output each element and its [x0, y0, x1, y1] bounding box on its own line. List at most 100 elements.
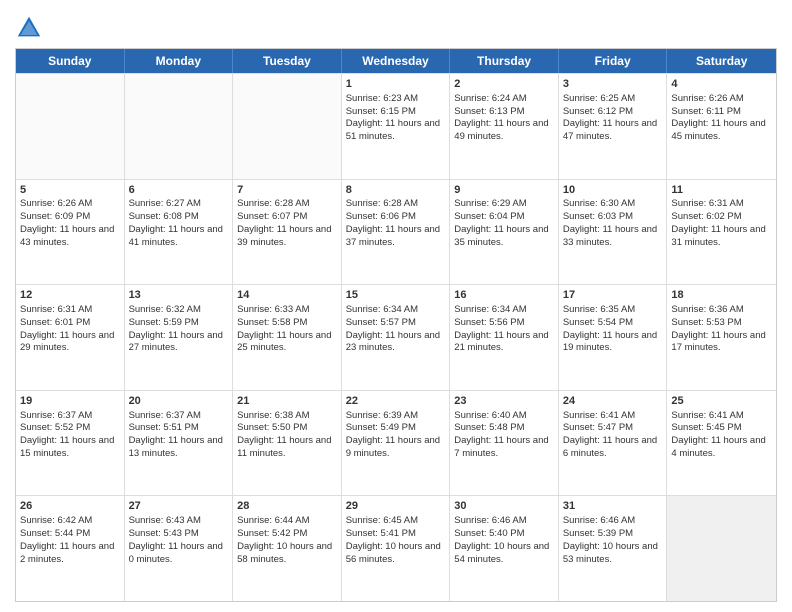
- day-header-wednesday: Wednesday: [342, 49, 451, 73]
- daylight-text: Daylight: 11 hours and 11 minutes.: [237, 435, 331, 459]
- day-number: 19: [20, 394, 120, 409]
- sunrise-text: Sunrise: 6:37 AM: [20, 410, 92, 421]
- sunrise-text: Sunrise: 6:29 AM: [454, 198, 526, 209]
- daylight-text: Daylight: 11 hours and 33 minutes.: [563, 224, 657, 248]
- daylight-text: Daylight: 11 hours and 19 minutes.: [563, 330, 657, 354]
- cal-cell: 9Sunrise: 6:29 AMSunset: 6:04 PMDaylight…: [450, 180, 559, 285]
- sunrise-text: Sunrise: 6:31 AM: [671, 198, 743, 209]
- sunrise-text: Sunrise: 6:28 AM: [237, 198, 309, 209]
- sunset-text: Sunset: 5:51 PM: [129, 422, 199, 433]
- sunrise-text: Sunrise: 6:35 AM: [563, 304, 635, 315]
- day-number: 22: [346, 394, 446, 409]
- sunset-text: Sunset: 6:07 PM: [237, 211, 307, 222]
- day-number: 13: [129, 288, 229, 303]
- sunrise-text: Sunrise: 6:45 AM: [346, 515, 418, 526]
- cal-cell: 12Sunrise: 6:31 AMSunset: 6:01 PMDayligh…: [16, 285, 125, 390]
- sunset-text: Sunset: 6:13 PM: [454, 106, 524, 117]
- cal-cell: 2Sunrise: 6:24 AMSunset: 6:13 PMDaylight…: [450, 74, 559, 179]
- cal-cell: 29Sunrise: 6:45 AMSunset: 5:41 PMDayligh…: [342, 496, 451, 601]
- sunrise-text: Sunrise: 6:39 AM: [346, 410, 418, 421]
- daylight-text: Daylight: 11 hours and 23 minutes.: [346, 330, 440, 354]
- cal-cell: 17Sunrise: 6:35 AMSunset: 5:54 PMDayligh…: [559, 285, 668, 390]
- day-number: 21: [237, 394, 337, 409]
- sunrise-text: Sunrise: 6:46 AM: [563, 515, 635, 526]
- sunrise-text: Sunrise: 6:46 AM: [454, 515, 526, 526]
- sunrise-text: Sunrise: 6:38 AM: [237, 410, 309, 421]
- cal-cell: 14Sunrise: 6:33 AMSunset: 5:58 PMDayligh…: [233, 285, 342, 390]
- cal-cell: [233, 74, 342, 179]
- day-number: 23: [454, 394, 554, 409]
- sunset-text: Sunset: 6:09 PM: [20, 211, 90, 222]
- day-number: 27: [129, 499, 229, 514]
- daylight-text: Daylight: 11 hours and 0 minutes.: [129, 541, 223, 565]
- daylight-text: Daylight: 11 hours and 47 minutes.: [563, 118, 657, 142]
- sunrise-text: Sunrise: 6:33 AM: [237, 304, 309, 315]
- sunrise-text: Sunrise: 6:23 AM: [346, 93, 418, 104]
- calendar-header: SundayMondayTuesdayWednesdayThursdayFrid…: [16, 49, 776, 73]
- sunset-text: Sunset: 6:06 PM: [346, 211, 416, 222]
- sunrise-text: Sunrise: 6:26 AM: [671, 93, 743, 104]
- daylight-text: Daylight: 11 hours and 45 minutes.: [671, 118, 765, 142]
- day-header-tuesday: Tuesday: [233, 49, 342, 73]
- sunset-text: Sunset: 5:41 PM: [346, 528, 416, 539]
- sunset-text: Sunset: 5:39 PM: [563, 528, 633, 539]
- header: [15, 10, 777, 42]
- cal-cell: 4Sunrise: 6:26 AMSunset: 6:11 PMDaylight…: [667, 74, 776, 179]
- daylight-text: Daylight: 11 hours and 43 minutes.: [20, 224, 114, 248]
- sunrise-text: Sunrise: 6:34 AM: [454, 304, 526, 315]
- daylight-text: Daylight: 11 hours and 29 minutes.: [20, 330, 114, 354]
- cal-cell: 21Sunrise: 6:38 AMSunset: 5:50 PMDayligh…: [233, 391, 342, 496]
- day-number: 8: [346, 183, 446, 198]
- day-number: 28: [237, 499, 337, 514]
- logo-icon: [15, 14, 43, 42]
- day-header-thursday: Thursday: [450, 49, 559, 73]
- week-row-5: 26Sunrise: 6:42 AMSunset: 5:44 PMDayligh…: [16, 495, 776, 601]
- day-number: 20: [129, 394, 229, 409]
- cal-cell: 31Sunrise: 6:46 AM Sunset: 5:39 PM Dayligh…: [559, 496, 668, 601]
- day-number: 24: [563, 394, 663, 409]
- cal-cell: 7Sunrise: 6:28 AMSunset: 6:07 PMDaylight…: [233, 180, 342, 285]
- daylight-text: Daylight: 11 hours and 7 minutes.: [454, 435, 548, 459]
- calendar: SundayMondayTuesdayWednesdayThursdayFrid…: [15, 48, 777, 602]
- sunset-text: Sunset: 6:04 PM: [454, 211, 524, 222]
- sunrise-text: Sunrise: 6:32 AM: [129, 304, 201, 315]
- daylight-text: Daylight: 11 hours and 15 minutes.: [20, 435, 114, 459]
- sunset-text: Sunset: 5:42 PM: [237, 528, 307, 539]
- sunrise-text: Sunrise: 6:26 AM: [20, 198, 92, 209]
- daylight-text: Daylight: 11 hours and 37 minutes.: [346, 224, 440, 248]
- sunrise-text: Sunrise: 6:34 AM: [346, 304, 418, 315]
- cal-cell: 27Sunrise: 6:43 AMSunset: 5:43 PMDayligh…: [125, 496, 234, 601]
- day-number: 16: [454, 288, 554, 303]
- sunset-text: Sunset: 5:40 PM: [454, 528, 524, 539]
- daylight-text: Daylight: 11 hours and 9 minutes.: [346, 435, 440, 459]
- sunset-text: Sunset: 6:01 PM: [20, 317, 90, 328]
- sunset-text: Sunset: 5:56 PM: [454, 317, 524, 328]
- daylight-text: Daylight: 11 hours and 27 minutes.: [129, 330, 223, 354]
- daylight-text: Daylight: 11 hours and 4 minutes.: [671, 435, 765, 459]
- sunset-text: Sunset: 6:08 PM: [129, 211, 199, 222]
- sunset-text: Sunset: 5:58 PM: [237, 317, 307, 328]
- calendar-body: 1Sunrise: 6:23 AMSunset: 6:15 PMDaylight…: [16, 73, 776, 601]
- sunset-text: Sunset: 5:44 PM: [20, 528, 90, 539]
- sunrise-text: Sunrise: 6:30 AM: [563, 198, 635, 209]
- day-number: 18: [671, 288, 772, 303]
- day-number: 1: [346, 77, 446, 92]
- cal-cell: 26Sunrise: 6:42 AMSunset: 5:44 PMDayligh…: [16, 496, 125, 601]
- cal-cell: 1Sunrise: 6:23 AMSunset: 6:15 PMDaylight…: [342, 74, 451, 179]
- cal-cell: 11Sunrise: 6:31 AMSunset: 6:02 PMDayligh…: [667, 180, 776, 285]
- cal-cell: 20Sunrise: 6:37 AMSunset: 5:51 PMDayligh…: [125, 391, 234, 496]
- sunrise-text: Sunrise: 6:44 AM: [237, 515, 309, 526]
- day-number: 17: [563, 288, 663, 303]
- daylight-text: Daylight: 11 hours and 49 minutes.: [454, 118, 548, 142]
- sunset-text: Sunset: 6:02 PM: [671, 211, 741, 222]
- day-number: 9: [454, 183, 554, 198]
- sunset-text: Sunset: 5:47 PM: [563, 422, 633, 433]
- week-row-3: 12Sunrise: 6:31 AMSunset: 6:01 PMDayligh…: [16, 284, 776, 390]
- daylight-text: Daylight: 10 hours and 53 minutes.: [563, 541, 658, 565]
- sunrise-text: Sunrise: 6:41 AM: [563, 410, 635, 421]
- cal-cell: 10Sunrise: 6:30 AMSunset: 6:03 PMDayligh…: [559, 180, 668, 285]
- day-number: 4: [671, 77, 772, 92]
- day-number: 31: [563, 499, 663, 514]
- sunrise-text: Sunrise: 6:27 AM: [129, 198, 201, 209]
- sunset-text: Sunset: 5:49 PM: [346, 422, 416, 433]
